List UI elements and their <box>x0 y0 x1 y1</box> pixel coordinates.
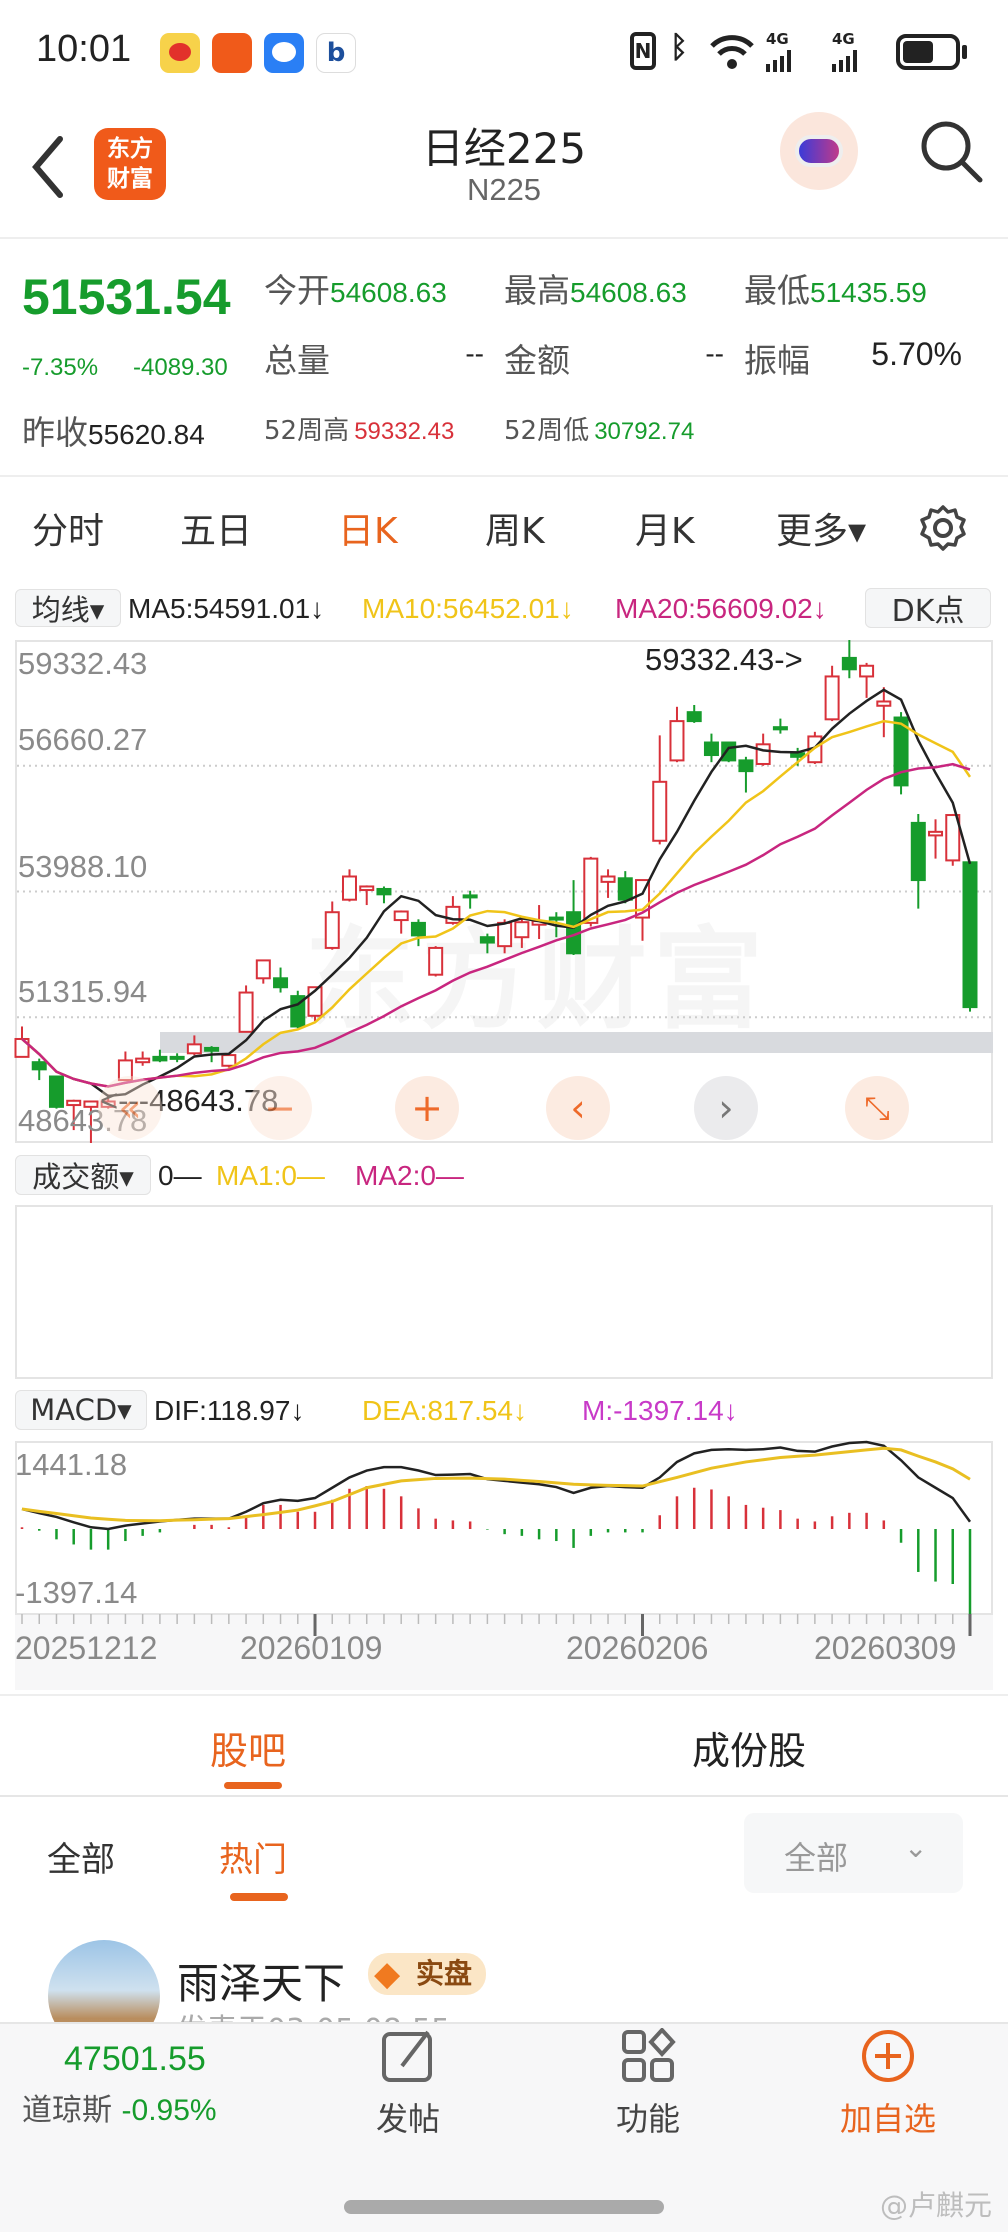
candle-up <box>755 743 771 765</box>
candle-down <box>376 887 392 896</box>
candle-up <box>497 921 513 948</box>
candle-up <box>652 780 668 842</box>
y-tick: 56660.27 <box>18 722 148 757</box>
x-tick-label: 20260206 <box>566 1630 709 1666</box>
macd-dif: DIF:118.97↓ <box>154 1395 305 1426</box>
candle-up <box>186 1043 202 1055</box>
candle-up <box>359 885 375 892</box>
plus-circle-icon <box>862 2030 914 2082</box>
verified-badge: ◆ 实盘 <box>368 1953 487 1995</box>
scroll-start-button[interactable]: « <box>98 1076 162 1140</box>
candle-down <box>721 741 737 762</box>
max-annotation: 59332.43-> <box>645 642 803 677</box>
macd-indicator-selector[interactable]: MACD▾ <box>15 1390 147 1430</box>
subtab-hot[interactable]: 热门 <box>219 1832 287 1881</box>
volume-indicator-selector[interactable]: 成交额▾ <box>15 1155 151 1195</box>
candle-up <box>324 911 340 949</box>
y-tick: 53988.10 <box>18 849 148 884</box>
candle-down <box>962 861 978 1009</box>
active-tab-underline <box>224 1782 282 1789</box>
candle-up <box>859 664 875 678</box>
candle-up <box>255 959 271 980</box>
candle-down <box>772 726 788 731</box>
tab-constituents[interactable]: 成份股 <box>692 1720 806 1775</box>
macd-m: M:-1397.14↓ <box>582 1395 738 1426</box>
ma5-line <box>21 688 972 1098</box>
divider <box>0 1694 1008 1696</box>
macd-chart <box>20 1440 972 1614</box>
volume-ma2: MA2:0— <box>355 1160 464 1191</box>
candle-up <box>669 720 685 762</box>
related-index-name: 道琼斯 <box>22 2093 112 2128</box>
macd-y-tick: -1397.14 <box>15 1575 138 1610</box>
add-watchlist-button[interactable]: 加自选 <box>808 2028 968 2140</box>
volume-chart-frame[interactable] <box>15 1205 993 1379</box>
candle-up <box>600 875 616 883</box>
credit-watermark: @卢麒元 <box>880 2189 993 2222</box>
candle-down <box>703 741 719 757</box>
y-tick: 51315.94 <box>18 974 148 1009</box>
candle-up <box>393 910 409 922</box>
ma10-line <box>21 719 972 1088</box>
fullscreen-expand-icon[interactable]: ⤡ <box>845 1076 909 1140</box>
macd-y-tick: 1441.18 <box>15 1447 128 1482</box>
candle-down <box>548 916 564 921</box>
filter-dropdown[interactable]: 全部 ⌄ <box>744 1813 963 1893</box>
scroll-right-button[interactable]: › <box>694 1076 758 1140</box>
y-tick: 59332.43 <box>18 646 148 681</box>
diamond-icon: ◆ <box>374 1954 401 1994</box>
x-tick-label: 20260109 <box>240 1630 383 1666</box>
volume-value: 0— <box>158 1160 202 1191</box>
related-index-change: -0.95% <box>121 2094 217 2127</box>
home-indicator[interactable] <box>344 2200 664 2214</box>
candle-down <box>31 1061 47 1071</box>
candle-down <box>204 1046 220 1052</box>
candle-up <box>341 875 357 901</box>
grid-icon <box>622 2027 676 2082</box>
candle-down <box>841 656 857 671</box>
candle-up <box>928 830 944 837</box>
candle-up <box>135 1057 151 1064</box>
compose-icon <box>382 2030 432 2082</box>
candle-down <box>910 821 926 882</box>
candle-down <box>273 977 289 989</box>
candle-down <box>410 921 426 937</box>
related-index-value: 47501.55 <box>64 2040 206 2078</box>
candle-down <box>479 936 495 944</box>
candle-down <box>152 1055 168 1062</box>
candle-down <box>169 1055 185 1060</box>
dea-line <box>21 1446 971 1523</box>
candle-down <box>462 894 478 899</box>
candle-down <box>617 877 633 901</box>
filter-value: 全部 <box>784 1839 849 1877</box>
candle-up <box>428 946 444 976</box>
scroll-left-button[interactable]: ‹ <box>546 1076 610 1140</box>
divider <box>0 1795 1008 1797</box>
candle-up <box>514 921 530 939</box>
candle-down <box>790 752 806 758</box>
candle-up <box>824 675 840 721</box>
subtab-all[interactable]: 全部 <box>47 1832 115 1881</box>
tab-stock-forum[interactable]: 股吧 <box>210 1720 286 1775</box>
candle-down <box>738 759 754 773</box>
candle-up <box>876 700 892 707</box>
functions-button[interactable]: 功能 <box>568 2027 728 2140</box>
volume-ma1: MA1:0— <box>216 1160 325 1191</box>
x-tick-label: 20260309 <box>814 1630 957 1666</box>
candle-down <box>686 711 702 723</box>
zoom-out-button[interactable]: − <box>248 1076 312 1140</box>
post-author-name[interactable]: 雨泽天下 <box>177 1950 345 2011</box>
zoom-in-button[interactable]: + <box>395 1076 459 1140</box>
candle-up <box>221 1054 237 1067</box>
macd-dea: DEA:817.54↓ <box>362 1395 527 1426</box>
related-index-ticker[interactable]: 47501.55 道琼斯 -0.95% <box>22 2040 262 2129</box>
active-subtab-underline <box>230 1893 288 1901</box>
kline-chart <box>14 640 991 1143</box>
post-button[interactable]: 发帖 <box>328 2028 488 2140</box>
x-tick-label: 20251212 <box>15 1630 158 1666</box>
chevron-down-icon: ⌄ <box>904 1831 928 1864</box>
candle-up <box>238 991 254 1033</box>
